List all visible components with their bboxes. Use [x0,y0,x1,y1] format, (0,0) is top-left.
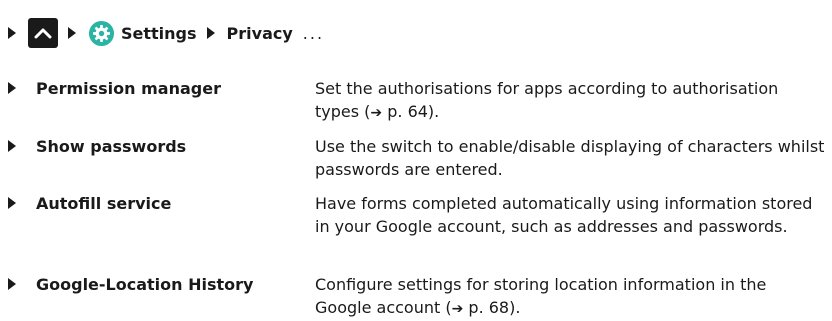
description-google-location-history: Configure settings for storing location … [315,273,825,321]
breadcrumb: Settings Privacy ... [8,18,324,48]
description-autofill-service: Have forms completed automatically using… [315,194,813,236]
breadcrumb-separator-icon [206,27,215,39]
breadcrumb-separator-icon [68,27,76,39]
settings-gear-icon[interactable] [88,20,115,47]
bullet-arrow-icon [8,278,16,290]
term-google-location-history[interactable]: Google-Location History [36,273,253,296]
description-permission-manager: Set the authorisations for apps accordin… [315,77,825,125]
description-show-passwords: Use the switch to enable/disable display… [315,137,825,179]
page-reference[interactable]: p. 68 [468,298,509,317]
term-autofill-service[interactable]: Autofill service [36,192,171,215]
page-reference[interactable]: p. 64 [387,102,428,121]
breadcrumb-ellipsis: ... [302,23,325,43]
app-drawer-icon[interactable] [28,18,58,48]
bullet-arrow-icon [8,197,16,209]
arrow-right-icon: ➔ [370,105,383,121]
bullet-arrow-icon [8,27,16,39]
breadcrumb-privacy[interactable]: Privacy [227,24,293,43]
bullet-arrow-icon [8,82,16,94]
arrow-right-icon: ➔ [451,301,464,317]
breadcrumb-settings[interactable]: Settings [121,24,197,43]
bullet-arrow-icon [8,140,16,152]
term-show-passwords[interactable]: Show passwords [36,135,186,158]
term-permission-manager[interactable]: Permission manager [36,77,221,100]
